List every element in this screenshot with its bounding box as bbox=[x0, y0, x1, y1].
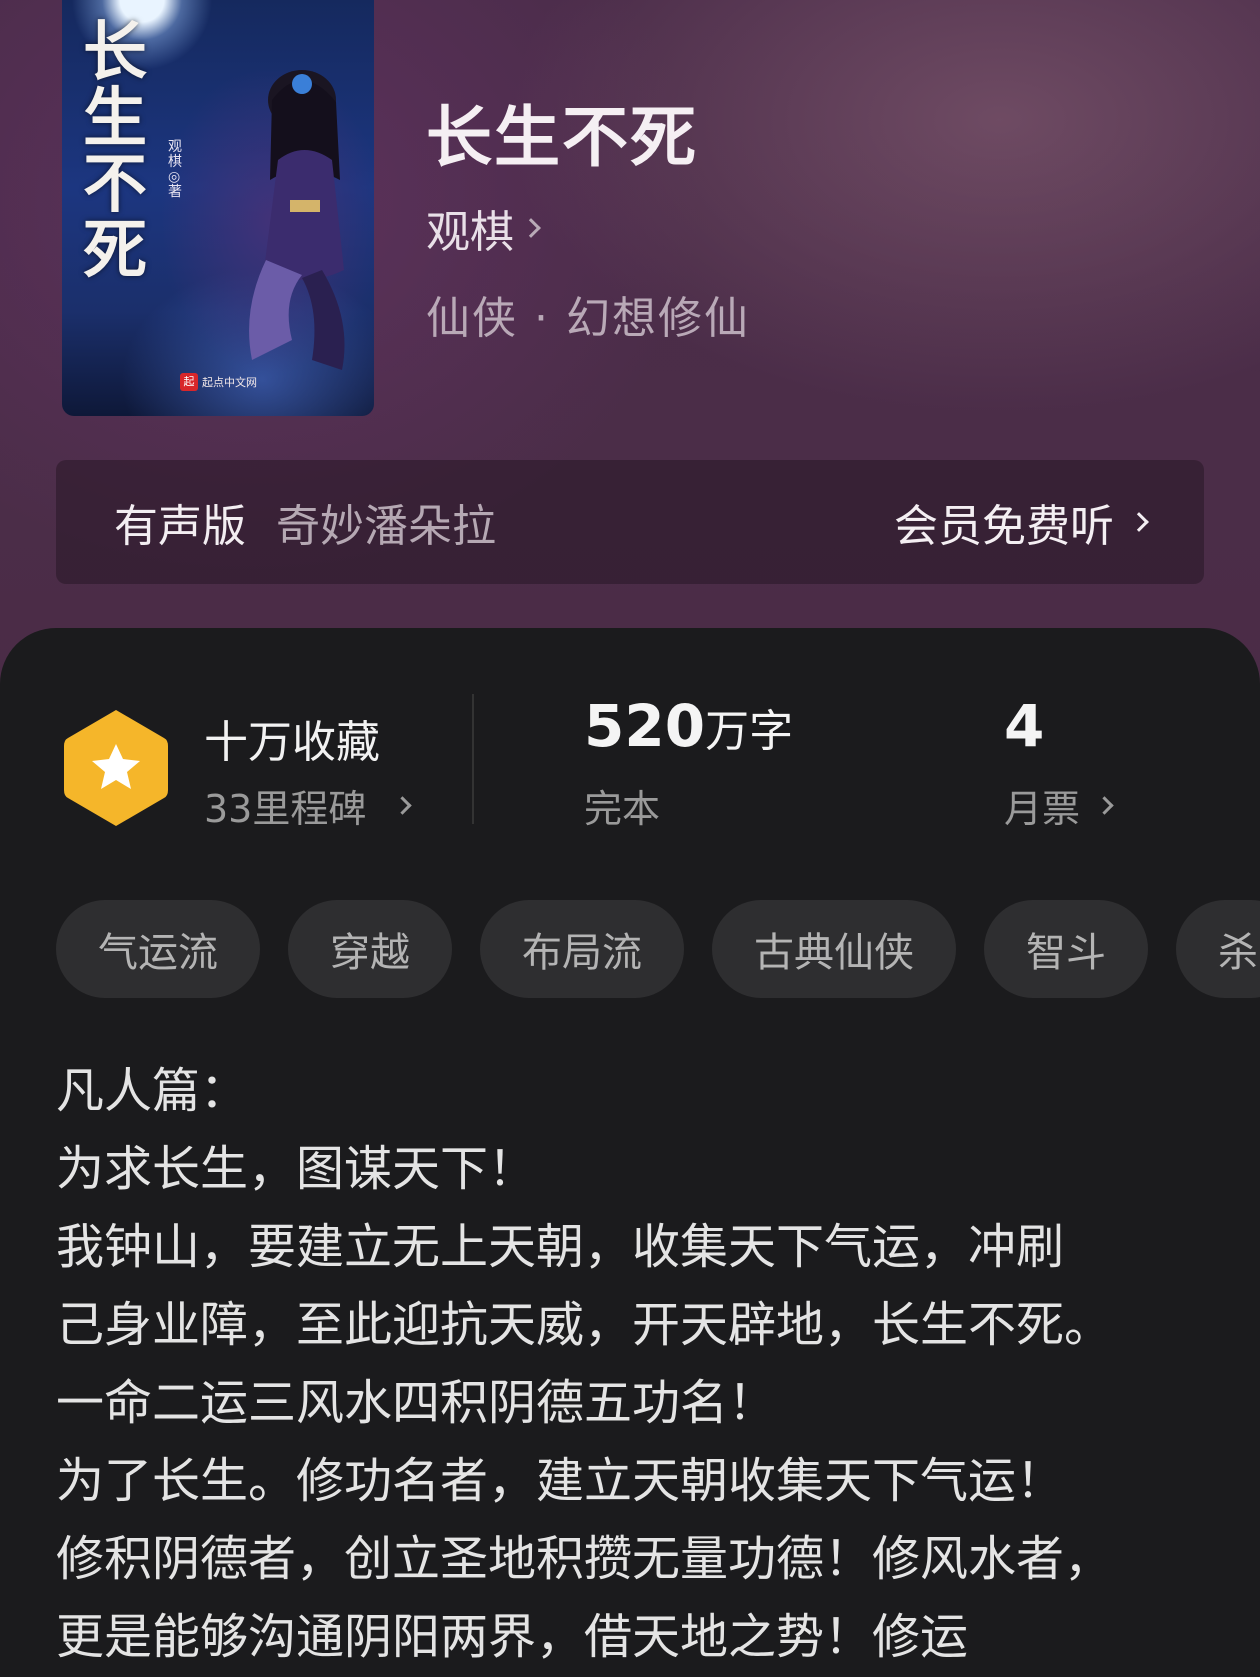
word-count-number: 520 bbox=[584, 692, 706, 760]
tag-list: 气运流 穿越 布局流 古典仙侠 智斗 杀 bbox=[56, 900, 1260, 998]
chevron-right-icon bbox=[1129, 512, 1149, 532]
tag-chip[interactable]: 气运流 bbox=[56, 900, 260, 998]
description-line: 己身业障，至此迎抗天威，开天辟地，长生不死。 bbox=[56, 1297, 1113, 1353]
description-line: 为求长生，图谋天下！ bbox=[56, 1141, 537, 1197]
publisher-mark: 起 bbox=[180, 373, 198, 391]
listen-free-button[interactable]: 会员免费听 bbox=[894, 490, 1149, 554]
word-count-unit: 万字 bbox=[705, 706, 794, 757]
cover-illustration bbox=[249, 70, 345, 370]
book-title: 长生不死 bbox=[426, 98, 698, 176]
word-count: 520 万字 bbox=[584, 692, 793, 760]
stats-row: 十万收藏 33里程碑 520 万字 完本 4 月票 bbox=[0, 628, 1260, 848]
monthly-votes-link[interactable]: 月票 bbox=[1004, 778, 1114, 833]
book-status: 完本 bbox=[584, 787, 661, 831]
book-genre: 仙侠 · 幻想修仙 bbox=[426, 293, 750, 344]
author-name: 观棋 bbox=[426, 207, 514, 258]
book-cover[interactable]: 长生不死 观棋◎著 起 起点中文网 bbox=[62, 0, 374, 416]
description-line: 为了长生。修功名者，建立天朝收集天下气运！ bbox=[56, 1453, 1065, 1509]
milestone-label: 33里程碑 bbox=[204, 787, 367, 831]
author-link[interactable]: 观棋 bbox=[426, 196, 541, 260]
star-hexagon-icon bbox=[64, 710, 168, 826]
book-description[interactable]: 凡人篇： 为求长生，图谋天下！ 我钟山，要建立无上天朝，收集天下气运，冲刷 己身… bbox=[56, 1052, 1216, 1676]
description-line: 修积阴德者，创立圣地积攒无量功德！修风水者， bbox=[56, 1531, 1113, 1587]
book-detail-page: 长生不死 观棋◎著 起 起点中文网 长生不死 观棋 仙侠 · 幻想修仙 有声版 … bbox=[0, 0, 1260, 1677]
tag-chip[interactable]: 智斗 bbox=[984, 900, 1148, 998]
description-line: 更是能够沟通阴阳两界，借天地之势！修运 bbox=[56, 1609, 969, 1665]
cover-title: 长生不死 bbox=[83, 15, 147, 288]
stats-divider bbox=[472, 694, 474, 824]
tag-chip[interactable]: 穿越 bbox=[288, 900, 452, 998]
description-line: 一命二运三风水四积阴德五功名！ bbox=[56, 1375, 777, 1431]
milestone-link[interactable]: 33里程碑 bbox=[204, 778, 413, 833]
monthly-votes-label: 月票 bbox=[1004, 787, 1081, 831]
description-line: 我钟山，要建立无上天朝，收集天下气运，冲刷 bbox=[56, 1219, 1065, 1275]
publisher-name: 起点中文网 bbox=[202, 376, 257, 389]
tag-chip[interactable]: 古典仙侠 bbox=[712, 900, 956, 998]
cover-author: 观棋◎著 bbox=[168, 139, 182, 200]
tag-chip[interactable]: 布局流 bbox=[480, 900, 684, 998]
tag-chip[interactable]: 杀 bbox=[1176, 900, 1260, 998]
audio-label: 有声版 bbox=[114, 501, 246, 552]
chevron-right-icon bbox=[1095, 796, 1114, 815]
collection-count: 十万收藏 bbox=[204, 717, 380, 768]
description-line: 凡人篇： bbox=[56, 1063, 249, 1119]
audio-narrator: 奇妙潘朵拉 bbox=[276, 501, 496, 552]
chevron-right-icon bbox=[521, 218, 541, 238]
audio-version-bar[interactable]: 有声版 奇妙潘朵拉 会员免费听 bbox=[56, 460, 1204, 584]
monthly-votes-count: 4 bbox=[1004, 692, 1045, 760]
chevron-right-icon bbox=[393, 796, 413, 815]
publisher-logo: 起 起点中文网 bbox=[180, 372, 257, 392]
listen-free-label: 会员免费听 bbox=[894, 501, 1114, 552]
